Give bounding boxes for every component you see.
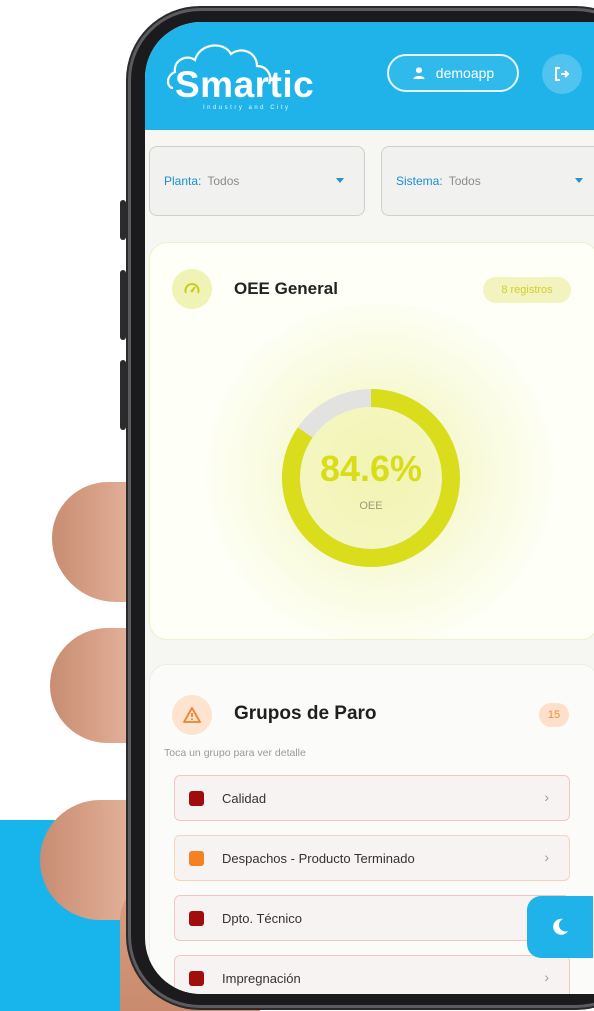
logout-button[interactable] (542, 54, 582, 94)
user-button[interactable]: demoapp (387, 54, 519, 92)
phone-side-button (120, 360, 126, 430)
group-label: Impregnación (222, 970, 301, 986)
planta-filter-label: Planta: (164, 174, 202, 188)
app-header: Smartic Industry and City demoapp (145, 22, 594, 130)
paro-count-badge: 15 (539, 703, 569, 727)
oee-records-badge: 8 registros (483, 277, 571, 303)
smartic-logo: Smartic Industry and City (165, 36, 325, 116)
group-item-despachos[interactable]: Despachos - Producto Terminado › (174, 835, 570, 881)
sistema-filter-value: Todos (448, 174, 481, 188)
paro-subtitle: Toca un grupo para ver detalle (164, 747, 306, 759)
stage: Smartic Industry and City demoapp Planta… (0, 0, 594, 1011)
oee-value-label: OEE (359, 500, 383, 512)
group-item-impregnacion[interactable]: Impregnación › (174, 955, 570, 994)
oee-title: OEE General (234, 279, 338, 298)
sistema-filter[interactable]: Sistema: Todos (381, 146, 594, 216)
speedometer-icon (184, 283, 200, 294)
group-label: Calidad (222, 790, 267, 806)
chevron-right-icon: › (544, 849, 549, 865)
logo-subtitle: Industry and City (203, 105, 291, 111)
logo-text: Smartic (175, 64, 315, 105)
group-color-swatch (189, 910, 204, 926)
group-color-swatch (189, 790, 204, 806)
planta-filter[interactable]: Planta: Todos (149, 146, 365, 216)
group-color-swatch (189, 970, 204, 986)
group-item-dpto-tecnico[interactable]: Dpto. Técnico (174, 895, 570, 941)
planta-filter-value: Todos (207, 174, 240, 188)
paro-title: Grupos de Paro (234, 703, 377, 724)
group-color-swatch (189, 850, 204, 866)
user-icon (412, 66, 426, 80)
dark-mode-button[interactable] (527, 896, 593, 958)
oee-value: 84.6% (319, 448, 423, 489)
chevron-right-icon: › (544, 789, 549, 805)
caret-down-icon (336, 178, 344, 183)
phone-side-button (120, 270, 126, 340)
phone-side-button (120, 200, 126, 240)
oee-icon-badge (172, 269, 212, 309)
app-screen: Smartic Industry and City demoapp Planta… (145, 22, 594, 994)
group-label: Despachos - Producto Terminado (222, 850, 415, 866)
moon-icon (553, 918, 568, 935)
caret-down-icon (575, 178, 583, 183)
user-label: demoapp (435, 65, 495, 81)
group-label: Dpto. Técnico (222, 910, 302, 926)
oee-card: OEE General 8 registros 84.6% OEE (149, 242, 594, 640)
chevron-right-icon: › (544, 969, 549, 985)
group-item-calidad[interactable]: Calidad › (174, 775, 570, 821)
warning-icon (183, 707, 201, 723)
logout-icon (555, 67, 570, 81)
sistema-filter-label: Sistema: (396, 174, 443, 188)
warning-icon-badge (172, 695, 212, 735)
